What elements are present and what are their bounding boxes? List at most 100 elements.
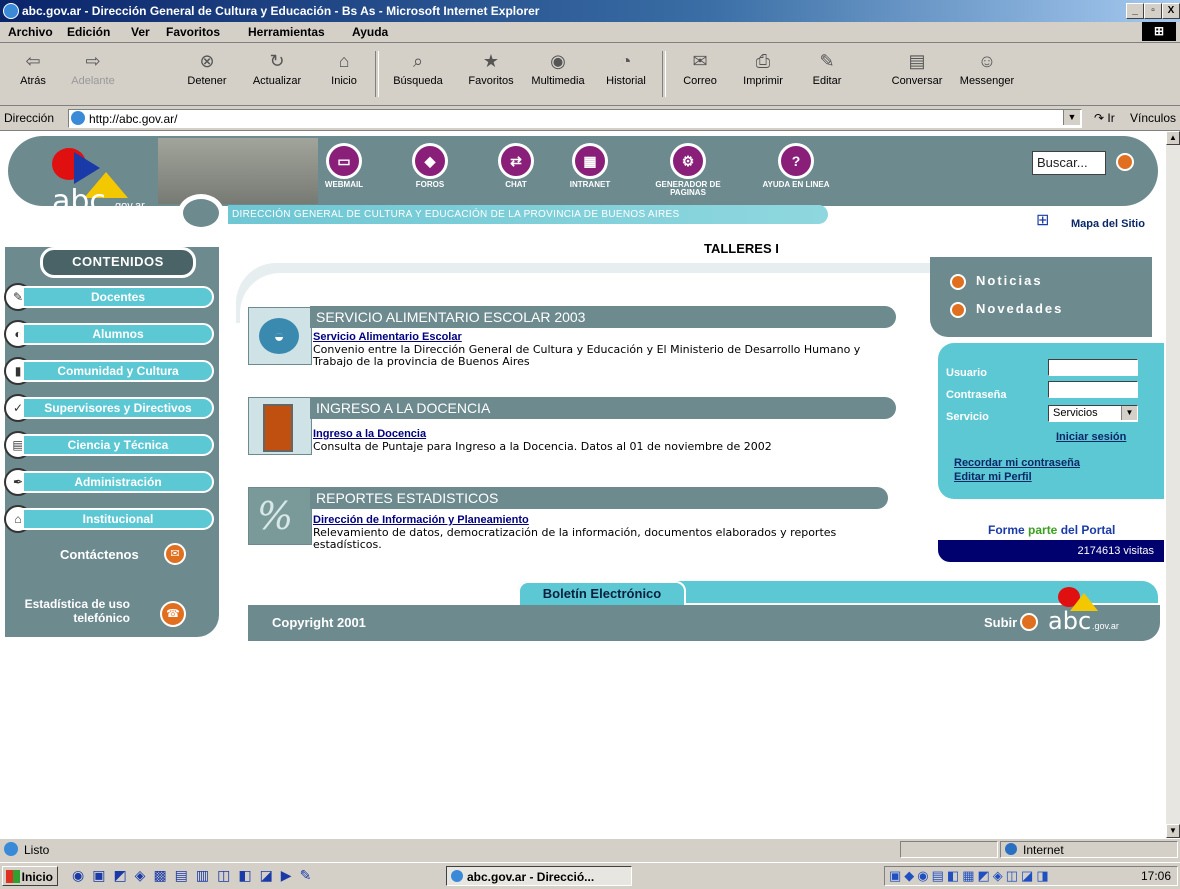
section-desc-docencia: Consulta de Puntaje para Ingreso a la Do… — [313, 440, 772, 453]
editar-perfil-link[interactable]: Editar mi Perfil — [954, 471, 1032, 483]
home-button[interactable]: ⌂ Inicio — [324, 47, 364, 101]
section-thumb-alimentario: ◒ — [248, 307, 312, 365]
discuss-button[interactable]: ▤ Conversar — [884, 47, 950, 101]
section-link-alimentario[interactable]: Servicio Alimentario Escolar — [313, 331, 462, 343]
usuario-input[interactable] — [1048, 359, 1138, 376]
quick-launch-icons[interactable]: ◉▣◩◈▩▤▥◫◧◪▶✎ — [72, 867, 372, 885]
address-dropdown-button[interactable]: ▼ — [1063, 110, 1080, 125]
mail-button[interactable]: ✉ Correo — [676, 47, 724, 101]
forme-parte-link[interactable]: Forme parte del Portal — [988, 523, 1115, 537]
vertical-scrollbar[interactable]: ▲ ▼ — [1166, 131, 1180, 838]
logo-text[interactable]: abc — [52, 184, 106, 219]
history-icon: ◔ — [620, 51, 632, 71]
favorites-button[interactable]: ★ Favoritos — [460, 47, 522, 101]
start-button[interactable]: Inicio — [2, 866, 58, 886]
menu-archivo[interactable]: Archivo — [8, 25, 53, 39]
generador-link[interactable]: ⚙ GENERADOR DE PAGINAS — [648, 143, 728, 197]
menu-ver[interactable]: Ver — [131, 25, 150, 39]
contrasena-input[interactable] — [1048, 381, 1138, 398]
go-button[interactable]: ↷ Ir — [1094, 111, 1115, 125]
address-url: http://abc.gov.ar/ — [89, 112, 178, 126]
visits-counter: 2174613 visitas — [1077, 545, 1154, 557]
menu-bar: Archivo Edición Ver Favoritos Herramient… — [0, 22, 1180, 43]
back-button[interactable]: ⇦ Atrás — [10, 47, 56, 101]
history-button[interactable]: ◔ Historial — [598, 47, 654, 101]
webmail-link[interactable]: ▭ WEBMAIL — [308, 143, 380, 189]
edit-button[interactable]: ✎ Editar — [804, 47, 850, 101]
taskbar-window-button[interactable]: abc.gov.ar - Direcció... — [446, 866, 632, 886]
sidebar-item-alumnos[interactable]: Alumnos — [22, 323, 214, 345]
edit-icon: ✎ — [819, 51, 835, 71]
contact-link[interactable]: Contáctenos — [60, 547, 139, 562]
section-title-alimentario: SERVICIO ALIMENTARIO ESCOLAR 2003 — [310, 306, 896, 328]
up-arrow-icon[interactable] — [1020, 613, 1038, 631]
novedades-link[interactable]: Novedades — [950, 301, 1063, 318]
search-go-icon[interactable] — [1116, 153, 1134, 171]
stop-button[interactable]: ⊗ Detener — [180, 47, 234, 101]
subir-link[interactable]: Subir — [984, 615, 1017, 630]
section-title-docencia: INGRESO A LA DOCENCIA — [310, 397, 896, 419]
favorites-icon: ★ — [482, 51, 500, 71]
minimize-button[interactable]: _ — [1126, 3, 1144, 19]
boletin-link[interactable]: Boletín Electrónico — [518, 581, 686, 607]
status-text: Listo — [24, 843, 50, 857]
intranet-icon: ▦ — [572, 143, 608, 179]
iniciar-sesion-link[interactable]: Iniciar sesión — [1056, 431, 1126, 443]
sidebar-item-docentes[interactable]: Docentes — [22, 286, 214, 308]
page-icon — [71, 111, 85, 125]
forward-button[interactable]: ⇨ Adelante — [68, 47, 118, 101]
logo-suffix: .gov.ar — [112, 200, 145, 212]
site-header: abc .gov.ar DIRECCIÓN GENERAL DE CULTURA… — [8, 136, 1160, 234]
close-button[interactable]: X — [1162, 3, 1180, 19]
foros-link[interactable]: ◆ FOROS — [394, 143, 466, 189]
intranet-link[interactable]: ▦ INTRANET — [554, 143, 626, 189]
menu-ayuda[interactable]: Ayuda — [352, 25, 388, 39]
toolbar-separator — [375, 51, 379, 97]
toolbar-separator — [662, 51, 666, 97]
window-title: abc.gov.ar - Dirección General de Cultur… — [22, 4, 540, 18]
maximize-button[interactable]: ▫ — [1144, 3, 1162, 19]
login-panel: Usuario Contraseña Servicio Servicios ▼ … — [938, 343, 1164, 499]
status-bar: Listo Internet — [0, 838, 1180, 859]
novedades-bullet-icon — [950, 301, 966, 318]
menu-favoritos[interactable]: Favoritos — [166, 25, 220, 39]
search-input[interactable]: Buscar... — [1032, 151, 1106, 175]
section-link-docencia[interactable]: Ingreso a la Docencia — [313, 428, 426, 440]
pages-generator-icon: ⚙ — [670, 143, 706, 179]
servicio-selected: Servicios — [1053, 407, 1098, 419]
servicio-select[interactable]: Servicios ▼ — [1048, 405, 1138, 422]
media-button[interactable]: ◉ Multimedia — [526, 47, 590, 101]
menu-edicion[interactable]: Edición — [67, 25, 110, 39]
envelope-icon[interactable]: ✉ — [164, 543, 186, 565]
phone-stats-link[interactable]: Estadística de uso telefónico — [10, 597, 130, 625]
sitemap-link[interactable]: Mapa del Sitio — [1071, 218, 1145, 230]
menu-herramientas[interactable]: Herramientas — [248, 25, 325, 39]
phone-icon[interactable]: ☎ — [160, 601, 186, 627]
address-input[interactable]: http://abc.gov.ar/ ▼ — [68, 109, 1082, 128]
window-title-bar[interactable]: abc.gov.ar - Dirección General de Cultur… — [0, 0, 1180, 22]
chat-link[interactable]: ⇄ CHAT — [480, 143, 552, 189]
zone-text: Internet — [1023, 843, 1064, 857]
sidebar-item-supervisores[interactable]: Supervisores y Directivos — [22, 397, 214, 419]
refresh-button[interactable]: ↻ Actualizar — [246, 47, 308, 101]
search-button[interactable]: ⌕ Búsqueda — [384, 47, 452, 101]
tray-icons[interactable]: ▣◆◉▤◧▦◩◈◫◪◨ — [889, 868, 1052, 884]
recordar-link[interactable]: Recordar mi contraseña — [954, 457, 1080, 469]
sidebar-item-comunidad[interactable]: Comunidad y Cultura — [22, 360, 214, 382]
section-link-reportes[interactable]: Dirección de Información y Planeamiento — [313, 514, 529, 526]
sidebar-item-ciencia[interactable]: Ciencia y Técnica — [22, 434, 214, 456]
media-icon: ◉ — [550, 51, 566, 71]
ayuda-link[interactable]: ? AYUDA EN LINEA — [760, 143, 832, 189]
ie-task-icon — [451, 870, 463, 882]
print-button[interactable]: ⎙ Imprimir — [736, 47, 790, 101]
scroll-down-button[interactable]: ▼ — [1166, 824, 1180, 838]
messenger-button[interactable]: ☺ Messenger — [954, 47, 1020, 101]
servicio-dropdown-icon[interactable]: ▼ — [1121, 406, 1137, 420]
news-marquee: TALLERES I — [704, 241, 779, 256]
scroll-up-button[interactable]: ▲ — [1166, 131, 1180, 145]
links-button[interactable]: Vínculos » — [1130, 111, 1180, 125]
sidebar-item-administracion[interactable]: Administración — [22, 471, 214, 493]
servicio-label: Servicio — [946, 411, 989, 423]
noticias-link[interactable]: Noticias — [950, 273, 1043, 290]
sidebar-item-institucional[interactable]: Institucional — [22, 508, 214, 530]
